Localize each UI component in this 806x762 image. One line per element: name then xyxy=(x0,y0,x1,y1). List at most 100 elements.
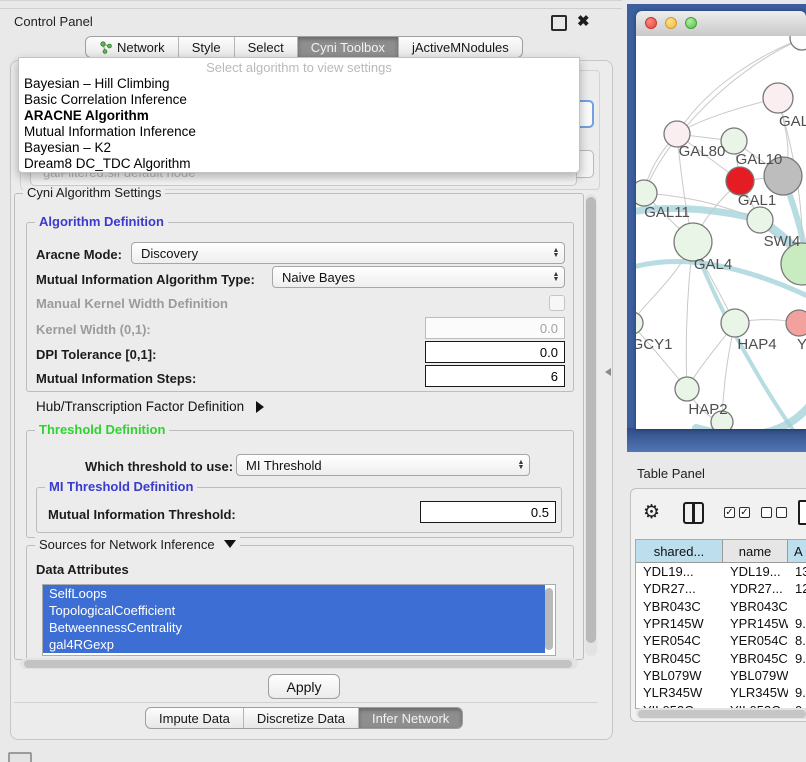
which-threshold-combo[interactable]: MI Threshold ▲▼ xyxy=(236,454,530,476)
network-node-hap4[interactable] xyxy=(721,309,749,337)
network-graph: GAL GAL80 GAL10 GAL1 GAL11 SWI4 GAL4 GCY… xyxy=(636,36,806,429)
column-header-shared[interactable]: shared... xyxy=(636,540,723,563)
apply-button[interactable]: Apply xyxy=(268,674,340,699)
attribute-item-selfloops[interactable]: SelfLoops xyxy=(43,585,545,602)
node-label-gal10: GAL10 xyxy=(736,151,783,168)
attributes-list-scrollbar-thumb[interactable] xyxy=(545,588,553,650)
tab-cyni-toolbox[interactable]: Cyni Toolbox xyxy=(298,37,399,57)
network-window[interactable]: GAL GAL80 GAL10 GAL1 GAL11 SWI4 GAL4 GCY… xyxy=(636,11,806,429)
network-node-gcy1[interactable] xyxy=(636,312,643,334)
unchecked-pair-icon[interactable] xyxy=(761,507,787,518)
table-row[interactable]: YDL19...YDL19...13 xyxy=(636,563,806,580)
network-node-gal1-red[interactable] xyxy=(726,167,754,195)
gear-icon[interactable]: ⚙ xyxy=(643,501,660,523)
document-icon[interactable] xyxy=(798,500,806,525)
close-window-icon[interactable] xyxy=(645,17,657,29)
network-node-gal-pink[interactable] xyxy=(763,83,793,113)
tab-discretize-data[interactable]: Discretize Data xyxy=(244,708,359,728)
network-node-gal11[interactable] xyxy=(636,180,657,206)
panel-divider-line xyxy=(14,702,598,703)
tab-jactivemnodules[interactable]: jActiveMNodules xyxy=(399,37,522,57)
mi-algorithm-type-value: Naive Bayes xyxy=(273,270,548,285)
algorithm-option-dream8[interactable]: Dream8 DC_TDC Algorithm xyxy=(24,156,191,171)
table-row[interactable]: YER054CYER054C8. xyxy=(636,632,806,649)
split-columns-icon[interactable] xyxy=(683,502,704,524)
float-panel-icon[interactable] xyxy=(551,15,567,31)
control-panel-header: Control Panel ✖ xyxy=(0,8,622,35)
data-attributes-label: Data Attributes xyxy=(36,562,129,577)
mi-steps-field[interactable] xyxy=(425,365,565,387)
algorithm-option-bayesian-hill[interactable]: Bayesian – Hill Climbing xyxy=(24,76,170,91)
attribute-item-betweennesscentrality[interactable]: BetweennessCentrality xyxy=(43,619,545,636)
node-label-gal1: GAL1 xyxy=(738,192,776,209)
attribute-item-topologicalcoefficient[interactable]: TopologicalCoefficient xyxy=(43,602,545,619)
threshold-definition-title: Threshold Definition xyxy=(35,422,169,437)
manual-kernel-label: Manual Kernel Width Definition xyxy=(36,296,228,311)
minimize-window-icon[interactable] xyxy=(665,17,677,29)
manual-kernel-checkbox[interactable] xyxy=(549,295,565,311)
table-row[interactable]: YBR043CYBR043C xyxy=(636,598,806,615)
network-icon xyxy=(99,41,112,54)
kernel-width-field[interactable] xyxy=(425,317,565,339)
mi-threshold-label: Mutual Information Threshold: xyxy=(48,507,236,522)
which-threshold-label: Which threshold to use: xyxy=(85,459,233,474)
floating-panel-icon[interactable] xyxy=(8,752,32,762)
node-label-gal11: GAL11 xyxy=(644,204,690,221)
table-panel: ⚙ ✓✓ shared... name A YDL19...YDL19...13… xyxy=(630,488,806,722)
network-node-hap2[interactable] xyxy=(675,377,699,401)
table-row[interactable]: YDR27...YDR27...12 xyxy=(636,580,806,597)
mi-algorithm-type-combo[interactable]: Naive Bayes ▲▼ xyxy=(272,266,565,288)
node-label-gal: GAL xyxy=(779,113,806,130)
table-row[interactable]: YLR345WYLR345W9. xyxy=(636,684,806,701)
table-hscrollbar-thumb[interactable] xyxy=(638,710,806,718)
tab-network-label: Network xyxy=(117,40,165,55)
network-node-swi4[interactable] xyxy=(747,207,773,233)
sources-group-title[interactable]: Sources for Network Inference xyxy=(35,537,240,552)
data-attributes-list: SelfLoops TopologicalCoefficient Between… xyxy=(42,584,556,656)
zoom-window-icon[interactable] xyxy=(685,17,697,29)
algorithm-option-basic-correlation[interactable]: Basic Correlation Inference xyxy=(24,92,187,107)
checked-pair-icon[interactable]: ✓✓ xyxy=(724,507,750,518)
expander-arrow-icon xyxy=(256,401,264,413)
node-label-gal80: GAL80 xyxy=(679,143,726,160)
panel-divider-collapse-arrow[interactable] xyxy=(605,368,611,376)
node-label-hap4: HAP4 xyxy=(737,336,776,353)
algorithm-option-aracne[interactable]: ARACNE Algorithm xyxy=(24,108,149,123)
dpi-tolerance-field[interactable] xyxy=(425,341,565,363)
attribute-item-gal4rgexp[interactable]: gal4RGexp xyxy=(43,636,545,653)
tab-select[interactable]: Select xyxy=(235,37,298,57)
dpi-tolerance-label: DPI Tolerance [0,1]: xyxy=(36,347,156,362)
tab-style[interactable]: Style xyxy=(179,37,235,57)
table-panel-title: Table Panel xyxy=(637,466,705,481)
column-header-name[interactable]: name xyxy=(723,540,788,563)
settings-scrollbar-thumb[interactable] xyxy=(586,197,596,643)
mi-threshold-group-title: MI Threshold Definition xyxy=(45,479,197,494)
settings-hscrollbar-thumb[interactable] xyxy=(24,660,572,668)
mi-algorithm-type-label: Mutual Information Algorithm Type: xyxy=(36,272,255,287)
table-row[interactable]: YBR045CYBR045C9. xyxy=(636,650,806,667)
apply-button-label: Apply xyxy=(286,679,321,695)
table-row[interactable]: YIL053CYIL053C0. xyxy=(636,701,806,708)
table-row[interactable]: YPR145WYPR145W9. xyxy=(636,615,806,632)
stepper-arrows-icon: ▲▼ xyxy=(548,248,564,258)
close-panel-icon[interactable]: ✖ xyxy=(577,12,590,30)
tab-infer-network[interactable]: Infer Network xyxy=(359,708,462,728)
aracne-mode-combo[interactable]: Discovery ▲▼ xyxy=(131,242,565,264)
network-node-pink[interactable] xyxy=(786,310,806,336)
column-header-third[interactable]: A xyxy=(788,540,806,563)
network-node[interactable] xyxy=(790,36,806,50)
mi-threshold-field[interactable] xyxy=(420,501,556,523)
hub-definition-expander[interactable]: Hub/Transcription Factor Definition xyxy=(36,399,264,414)
network-canvas[interactable]: GAL GAL80 GAL10 GAL1 GAL11 SWI4 GAL4 GCY… xyxy=(636,36,806,429)
algorithm-dropdown-placeholder: Select algorithm to view settings xyxy=(19,60,579,75)
tab-impute-data[interactable]: Impute Data xyxy=(146,708,244,728)
algorithm-definition-title: Algorithm Definition xyxy=(35,214,168,229)
tab-network[interactable]: Network xyxy=(86,37,179,57)
table-row[interactable]: YBL079WYBL079W xyxy=(636,667,806,684)
algorithm-option-mutual-information[interactable]: Mutual Information Inference xyxy=(24,124,196,139)
network-window-titlebar[interactable] xyxy=(636,11,806,37)
algorithm-option-bayesian-k2[interactable]: Bayesian – K2 xyxy=(24,140,111,155)
table-toolbar: ⚙ ✓✓ xyxy=(631,489,806,537)
bottom-tabbar: Impute Data Discretize Data Infer Networ… xyxy=(145,707,463,729)
algorithm-dropdown-popup: Select algorithm to view settings Bayesi… xyxy=(18,57,580,173)
